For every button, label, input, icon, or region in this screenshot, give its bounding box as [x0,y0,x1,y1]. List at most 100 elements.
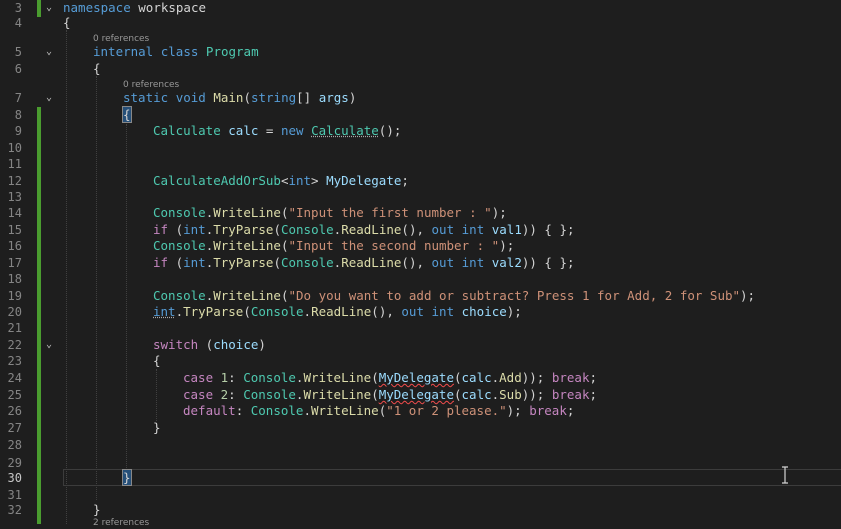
code-token: choice [461,304,507,319]
code-text: Console.WriteLine("Input the second numb… [153,238,514,254]
code-token: case [183,387,214,402]
code-token: (), [401,222,432,237]
code-line-10[interactable]: 10 [0,140,841,156]
code-token: "Do you want to add or subtract? Press 1… [288,288,741,303]
code-text: } [122,469,132,486]
code-token: calc [461,387,492,402]
line-number: 11 [7,157,22,171]
code-token: . [303,304,312,319]
code-line-15[interactable]: 15 if (int.TryParse(Console.ReadLine(), o… [0,222,841,238]
code-line-6[interactable]: 6{ [0,61,841,77]
code-token: Add [499,370,522,385]
code-line-21[interactable]: 21 [0,320,841,336]
code-line-28[interactable]: 28 [0,437,841,453]
code-token: Console [250,403,304,418]
code-token: ) [258,337,266,352]
line-number: 20 [7,305,22,319]
line-number: 19 [7,289,22,303]
code-token: )); [521,370,552,385]
code-token: = [258,123,281,138]
code-line-23[interactable]: 23 { [0,353,841,369]
code-token: int [183,222,206,237]
code-line-31[interactable]: 31 [0,487,841,503]
line-number: 4 [14,16,22,30]
code-token: static [123,90,169,105]
code-token: WriteLine [303,387,372,402]
code-token: namespace [63,0,131,15]
code-token: out [401,304,424,319]
code-token: { [63,15,71,30]
code-token: ); [506,403,530,418]
code-line-16[interactable]: 16 Console.WriteLine("Input the second nu… [0,238,841,254]
code-token: WriteLine [213,288,281,303]
code-line-19[interactable]: 19 Console.WriteLine("Do you want to add … [0,288,841,304]
code-token: int [461,222,485,237]
line-number: 7 [14,91,22,105]
code-token: Sub [499,387,522,402]
code-line-27[interactable]: 27} [0,420,841,436]
code-token: : [228,387,244,402]
line-number: 3 [14,1,22,15]
code-text: Console.WriteLine("Do you want to add or… [153,288,755,304]
code-token: ReadLine [311,304,372,319]
code-token: val2 [491,255,522,270]
code-text: default: Console.WriteLine("1 or 2 pleas… [183,403,574,419]
codelens-references-link[interactable]: 2 references [93,517,149,529]
line-number: 8 [14,108,22,122]
codelens-references-link[interactable]: 0 references [123,79,179,91]
code-line-20[interactable]: 20 int.TryParse(Console.ReadLine(), out i… [0,304,841,320]
code-text: Console.WriteLine("Input the first numbe… [153,205,507,221]
line-number: 26 [7,404,22,418]
code-line-4[interactable]: 4{ [0,15,841,31]
code-line-8[interactable]: 8{ [0,106,841,123]
code-line-7[interactable]: 7 static void Main(string[] args) [0,90,841,106]
code-line-14[interactable]: 14 Console.WriteLine("Input the first num… [0,205,841,221]
text-cursor-icon [782,466,788,484]
code-line-26[interactable]: 26 default: Console.WriteLine("1 or 2 ple… [0,403,841,419]
code-line-11[interactable]: 11 [0,156,841,172]
code-editor[interactable]: ⌄ ⌄ ⌄ ⌄ 3 namespace workspace 4{5 internal cla… [0,0,841,528]
code-line-30[interactable]: 30} [0,469,841,486]
code-text: CalculateAddOrSub<int> MyDelegate; [153,173,409,189]
codelens-references-link[interactable]: 0 references [93,33,149,45]
code-token: "Input the first number : " [288,205,492,220]
code-line-25[interactable]: 25 case 2: Console.WriteLine(MyDelegate(c… [0,387,841,403]
code-token: internal [93,44,154,59]
code-text: internal class Program [93,44,259,60]
code-text: Calculate calc = new Calculate(); [153,123,401,139]
code-line-24[interactable]: 24 case 1: Console.WriteLine(MyDelegate(c… [0,370,841,386]
code-token: . [175,304,184,319]
line-number: 13 [7,190,22,204]
code-token: } [153,420,161,435]
code-line-29[interactable]: 29 [0,455,841,471]
code-token: (), [401,255,432,270]
code-token: MyDelegate [378,370,454,385]
code-token: [] [296,90,319,105]
code-token: Program [205,44,259,59]
code-line-32[interactable]: 32} [0,502,841,518]
code-line-12[interactable]: 12 CalculateAddOrSub<int> MyDelegate; [0,173,841,189]
code-line-22[interactable]: 22 switch (choice) [0,337,841,353]
code-line-13[interactable]: 13 [0,189,841,205]
code-line-9[interactable]: 9 Calculate calc = new Calculate(); [0,123,841,139]
code-token: ; [589,370,598,385]
code-line-18[interactable]: 18 [0,271,841,287]
code-text: case 1: Console.WriteLine(MyDelegate(cal… [183,370,597,386]
code-token: switch [153,337,199,352]
line-number: 6 [14,62,22,76]
code-token: WriteLine [213,238,281,253]
code-line-17[interactable]: 17 if (int.TryParse(Console.ReadLine(), o… [0,255,841,271]
code-line-5[interactable]: 5 internal class Program [0,44,841,60]
code-text: case 2: Console.WriteLine(MyDelegate(cal… [183,387,597,403]
code-token: ; [589,387,598,402]
line-number: 15 [7,223,22,237]
code-token: if [153,222,169,237]
code-token: Console [243,370,296,385]
code-token: Main [213,90,244,105]
code-text: if (int.TryParse(Console.ReadLine(), out… [153,222,575,238]
code-line-3[interactable]: 3 namespace workspace [0,0,841,16]
